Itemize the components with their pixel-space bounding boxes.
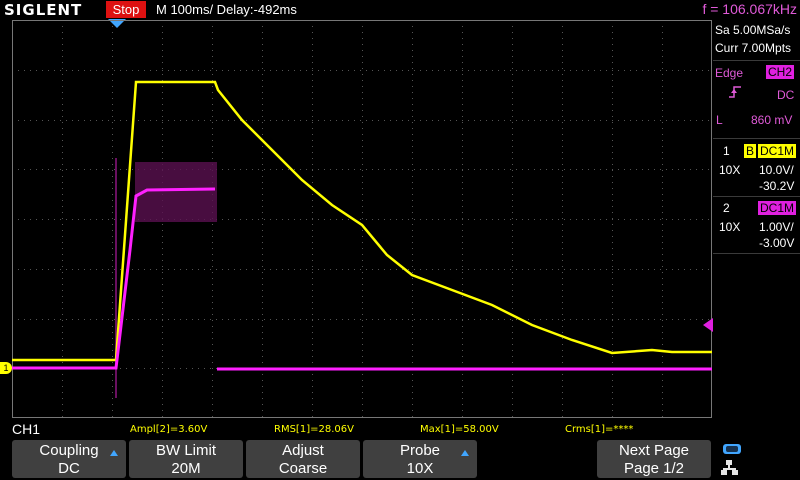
softkey-probe-title: Probe — [399, 442, 441, 459]
cycle-arrow-icon — [461, 450, 469, 456]
ch1-bw-limit-badge: B — [744, 144, 757, 158]
softkey-adjust-title: Adjust — [282, 442, 324, 459]
softkey-probe[interactable]: Probe 10X — [363, 440, 477, 478]
ch1-probe: 10X — [719, 163, 741, 177]
status-bar: SIGLENT Stop M 100ms/ Delay:-492ms f = 1… — [0, 0, 800, 20]
softkey-next-page-title: Next Page — [618, 442, 690, 459]
measure-rms: RMS[1]=28.06V — [274, 424, 354, 435]
run-stop-status[interactable]: Stop — [106, 1, 146, 18]
rising-edge-icon — [729, 86, 741, 98]
sample-rate: Sa 5.00MSa/s — [715, 23, 791, 37]
softkey-adjust-value: Coarse — [278, 460, 328, 477]
cycle-arrow-icon — [110, 450, 118, 456]
brand-logo: SIGLENT — [4, 1, 83, 19]
timebase-readout: M 100ms/ Delay:-492ms — [156, 2, 297, 17]
measure-ampl: Ampl[2]=3.60V — [130, 424, 208, 435]
trigger-level-marker-icon[interactable] — [703, 318, 713, 332]
ch2-scale[interactable]: 1.00V/ — [759, 220, 794, 234]
trigger-level[interactable]: 860 mV — [751, 113, 792, 127]
system-status-icons — [721, 444, 741, 475]
network-icon — [721, 460, 738, 475]
softkey-bw-limit[interactable]: BW Limit 20M — [129, 440, 243, 478]
trigger-level-label: L — [716, 113, 723, 127]
trigger-type[interactable]: Edge — [715, 66, 743, 80]
softkey-coupling[interactable]: Coupling DC — [12, 440, 126, 478]
softkey-next-page-value: Page 1/2 — [623, 460, 685, 477]
softkey-bw-limit-value: 20M — [171, 460, 201, 477]
softkey-bw-limit-title: BW Limit — [156, 442, 216, 459]
ch2-offset[interactable]: -3.00V — [759, 236, 794, 250]
ch2-number: 2 — [723, 201, 730, 215]
trigger-coupling[interactable]: DC — [777, 88, 794, 102]
measure-crms: Crms[1]=**** — [565, 424, 634, 435]
trigger-source[interactable]: CH2 — [766, 65, 795, 79]
softkey-coupling-title: Coupling — [39, 442, 99, 459]
frequency-counter: f = 106.067kHz — [702, 1, 797, 17]
ch2-probe: 10X — [719, 220, 741, 234]
softkey-coupling-value: DC — [58, 460, 80, 477]
softkey-next-page[interactable]: Next Page Page 1/2 — [597, 440, 711, 478]
measure-max: Max[1]=58.00V — [420, 424, 499, 435]
selected-channel-label: CH1 — [12, 421, 41, 437]
right-info-panel: Sa 5.00MSa/s Curr 7.00Mpts Edge CH2 DC L… — [713, 20, 800, 418]
ch1-ground-marker[interactable]: 1 — [0, 362, 12, 374]
ch1-number: 1 — [723, 144, 730, 158]
memory-depth: Curr 7.00Mpts — [715, 41, 792, 55]
ch1-offset[interactable]: -30.2V — [759, 179, 794, 193]
softkey-probe-value: 10X — [406, 460, 434, 477]
ch1-coupling[interactable]: DC1M — [758, 144, 797, 158]
softkey-adjust[interactable]: Adjust Coarse — [246, 440, 360, 478]
ch1-scale[interactable]: 10.0V/ — [759, 163, 794, 177]
ch2-noise-band — [135, 162, 217, 222]
ch2-coupling[interactable]: DC1M — [758, 201, 797, 215]
waveform-display[interactable] — [12, 20, 712, 418]
